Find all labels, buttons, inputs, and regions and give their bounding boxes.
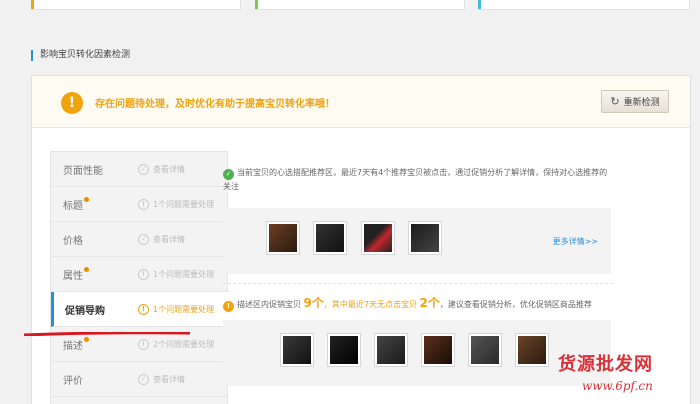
product-thumbnail[interactable] (361, 221, 395, 255)
recommend-text: ✓ 当前宝贝的心选搭配推荐区，最近7天有4个推荐宝贝被点击，通过促销分析了解详情，… (223, 168, 608, 191)
sidebar-item-status: ✓ 查看详情 (138, 233, 185, 245)
summary-card-2 (255, 0, 465, 10)
promotion-text: ! 描述区内促销宝贝 9个，其中最近7天无点击宝贝 2个，建议查看促销分析，优化促… (223, 296, 613, 312)
sidebar-item-status: ! 1个问题需要处理 (138, 303, 214, 315)
watermark-logo-text: 货源批发网 (558, 354, 653, 375)
sidebar-item-label: 促销导购 (65, 305, 105, 317)
check-icon: ✓ (223, 169, 234, 180)
divider (223, 283, 613, 284)
sidebar-item-status: ! 1个问题需要处理 (138, 198, 214, 210)
product-thumbnail[interactable] (421, 333, 455, 367)
watermark-url: www.6pf.cn (582, 379, 653, 393)
recheck-button[interactable]: ↻ 重新检测 (601, 90, 669, 113)
sidebar-item-status: ! 1个问题需要处理 (138, 268, 214, 280)
check-circle-icon: ✓ (138, 233, 149, 245)
sidebar-item-page-performance[interactable]: 页面性能 ✓ 查看详情 (51, 152, 227, 187)
exclamation-circle-icon: ! (138, 198, 149, 210)
check-circle-icon: ✓ (138, 373, 149, 385)
exclamation-circle-icon: ! (138, 338, 149, 350)
alert-text: 存在问题待处理，及时优化有助于提高宝贝转化率哦！ (95, 99, 335, 110)
sidebar-item-label: 页面性能 (63, 165, 103, 177)
product-thumbnail[interactable] (468, 333, 502, 367)
sidebar-item-label: 价格 (63, 235, 83, 247)
product-thumbnail[interactable] (515, 333, 549, 367)
more-details-link[interactable]: 更多详情>> (553, 236, 598, 247)
summary-card-3 (478, 0, 690, 10)
exclamation-icon: ! (223, 301, 234, 312)
alert-dot-icon (84, 336, 89, 342)
section-title: 影响宝贝转化因素检测 (31, 50, 130, 61)
summary-card-1 (31, 0, 241, 10)
product-thumbnail[interactable] (280, 333, 314, 367)
factor-sidebar: 页面性能 ✓ 查看详情 标题 ! 1个问题需要处理 价格 ✓ 查看详情 属性 ! 1个问… (50, 151, 228, 404)
sidebar-item-label: 属性 (63, 266, 89, 282)
product-thumbnail[interactable] (408, 221, 442, 255)
sidebar-item-price[interactable]: 价格 ✓ 查看详情 (51, 222, 227, 257)
check-circle-icon: ✓ (138, 163, 149, 175)
warning-icon: ! (61, 92, 83, 114)
red-underline-mark (24, 332, 190, 336)
alert-dot-icon (84, 196, 89, 202)
sidebar-item-reviews[interactable]: 评价 ✓ 查看详情 (51, 362, 227, 397)
sidebar-item-label: 评价 (63, 375, 83, 387)
sidebar-item-attributes[interactable]: 属性 ! 1个问题需要处理 (51, 257, 227, 292)
sidebar-item-status: ! 2个问题需要处理 (138, 338, 214, 350)
product-thumbnail[interactable] (313, 221, 347, 255)
product-thumbnail[interactable] (266, 221, 300, 255)
recheck-label: 重新检测 (623, 98, 660, 108)
sidebar-item-title[interactable]: 标题 ! 1个问题需要处理 (51, 187, 227, 222)
sidebar-item-label: 描述 (63, 336, 89, 352)
refresh-icon: ↻ (610, 95, 620, 108)
exclamation-circle-icon: ! (138, 268, 149, 280)
alert-dot-icon (84, 266, 89, 272)
sidebar-item-promotion[interactable]: 促销导购 ! 1个问题需要处理 (51, 292, 228, 327)
sidebar-item-label: 标题 (63, 196, 89, 212)
product-thumbnail[interactable] (374, 333, 408, 367)
exclamation-circle-icon: ! (138, 303, 149, 315)
promotion-thumbnails (223, 320, 611, 386)
alert-banner: ! 存在问题待处理，及时优化有助于提高宝贝转化率哦！ ↻ 重新检测 (32, 76, 690, 128)
product-thumbnail[interactable] (327, 333, 361, 367)
sidebar-item-status: ✓ 查看详情 (138, 163, 185, 175)
recommend-thumbnails: 更多详情>> (223, 208, 611, 274)
sidebar-item-status: ✓ 查看详情 (138, 373, 185, 385)
